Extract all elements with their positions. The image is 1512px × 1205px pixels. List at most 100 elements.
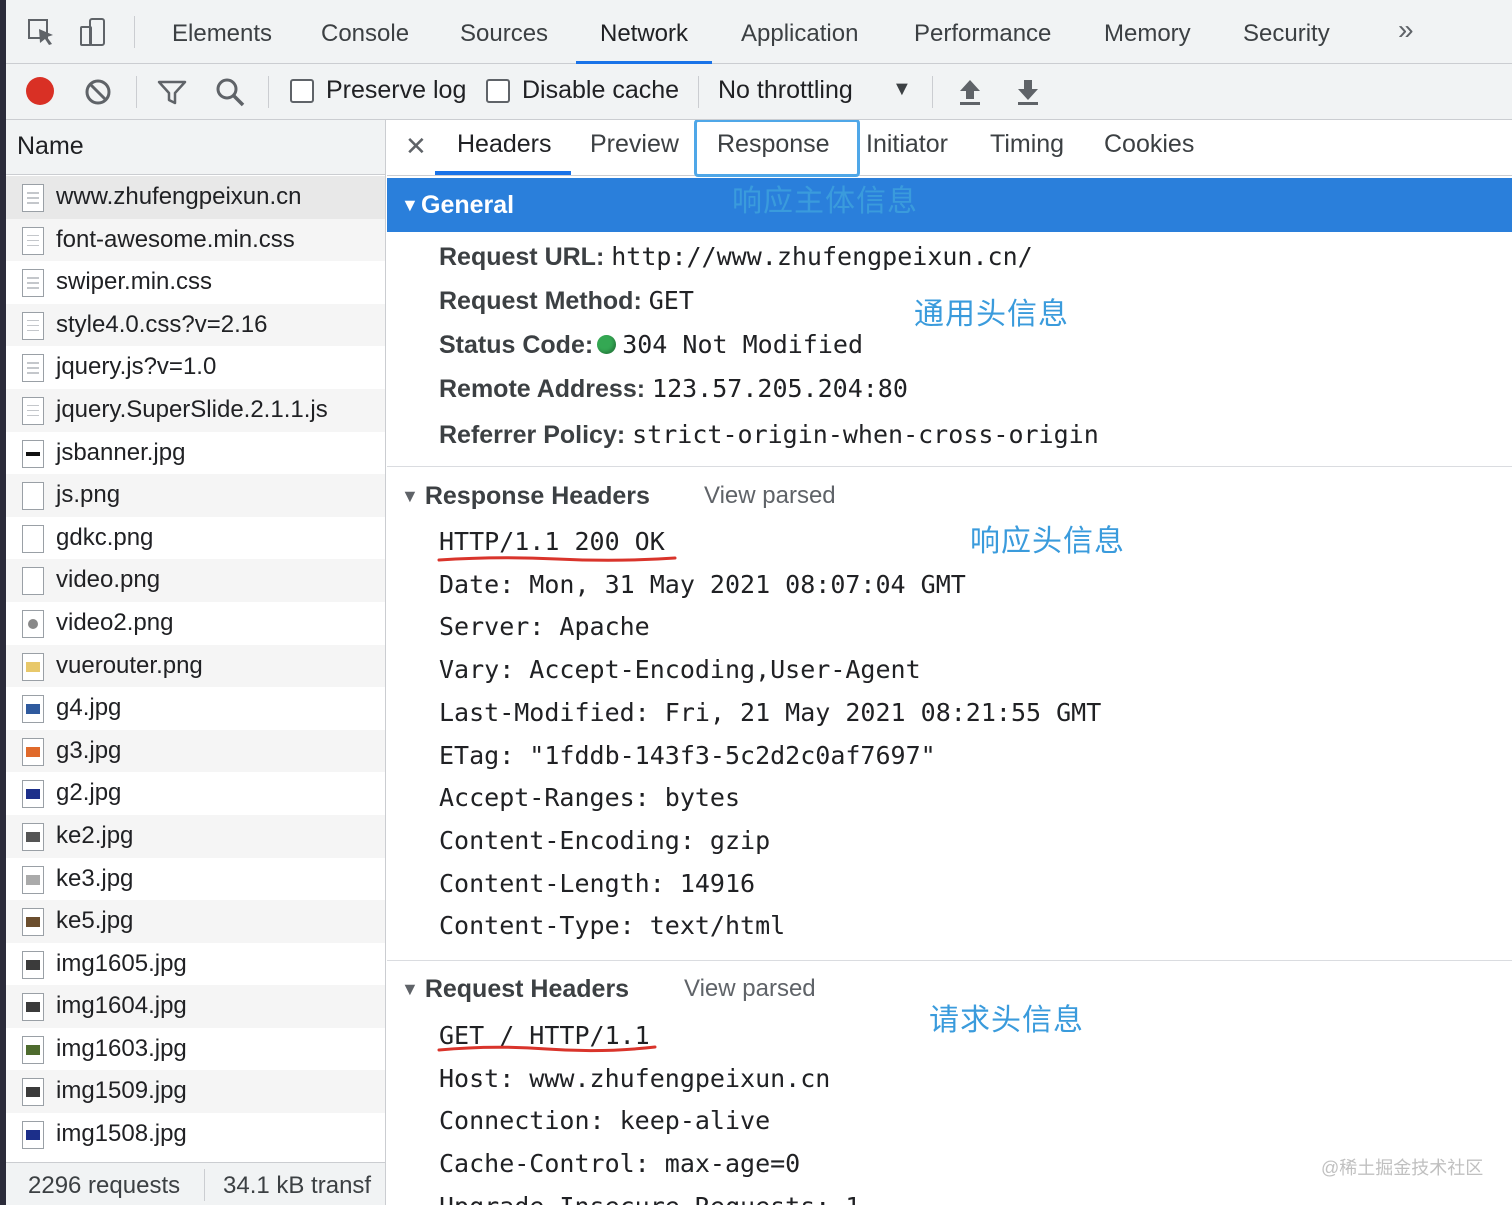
file-icon	[22, 184, 44, 212]
disable-cache-checkbox[interactable]	[486, 79, 510, 103]
preserve-log-checkbox[interactable]	[290, 79, 314, 103]
file-icon	[22, 311, 44, 340]
request-row[interactable]: ke2.jpg	[6, 814, 385, 858]
detail-tab-bar: ✕ Headers Preview Response Initiator Tim…	[387, 120, 1512, 177]
request-row[interactable]: img1605.jpg	[6, 943, 385, 986]
tab-elements[interactable]: Elements	[172, 0, 272, 64]
request-row[interactable]: ke3.jpg	[6, 858, 385, 901]
request-name: g4.jpg	[56, 694, 122, 722]
request-name: font-awesome.min.css	[56, 225, 295, 253]
response-header-line: Date: Mon, 31 May 2021 08:07:04 GMT	[439, 569, 966, 599]
clear-icon[interactable]	[82, 76, 114, 108]
tab-preview[interactable]: Preview	[590, 130, 679, 159]
request-name: jquery.js?v=1.0	[56, 353, 217, 381]
general-section-header[interactable]: ▼ General	[387, 178, 1512, 232]
request-row[interactable]: video2.png	[6, 602, 385, 645]
referrer-policy-row: Referrer Policy: strict-origin-when-cros…	[439, 420, 1099, 449]
request-name: www.zhufengpeixun.cn	[56, 183, 302, 210]
annotation-request-headers: 请求头信息	[929, 1004, 1084, 1037]
inspect-element-icon[interactable]	[26, 17, 56, 47]
file-icon	[22, 737, 44, 766]
name-column-header[interactable]: Name	[6, 120, 385, 175]
file-icon	[22, 439, 44, 468]
tab-console[interactable]: Console	[321, 0, 409, 64]
request-row[interactable]: swiper.min.css	[6, 261, 385, 304]
expand-triangle-icon: ▼	[401, 979, 419, 999]
record-button[interactable]	[26, 77, 54, 105]
device-toolbar-icon[interactable]	[78, 17, 108, 47]
file-icon	[22, 482, 44, 511]
tab-memory[interactable]: Memory	[1104, 0, 1191, 64]
tab-network[interactable]: Network	[575, 0, 713, 64]
chevron-down-icon[interactable]: ▼	[892, 78, 912, 101]
import-har-icon[interactable]	[954, 76, 986, 108]
annotation-response-body: 响应主体信息	[732, 185, 918, 218]
request-row[interactable]: video.png	[6, 559, 385, 602]
request-name: jsbanner.jpg	[56, 438, 186, 466]
expand-triangle-icon: ▼	[401, 195, 419, 215]
request-row[interactable]: img1603.jpg	[6, 1028, 385, 1071]
tab-security[interactable]: Security	[1243, 0, 1330, 64]
network-toolbar: Preserve log Disable cache No throttling…	[6, 64, 1512, 120]
tab-sources[interactable]: Sources	[460, 0, 548, 64]
devtools-tab-bar: Elements Console Sources Network Applica…	[6, 0, 1512, 64]
request-name: ke3.jpg	[56, 864, 134, 892]
request-row[interactable]: www.zhufengpeixun.cn	[6, 176, 385, 219]
request-row[interactable]: gdkc.png	[6, 517, 385, 560]
underline-mark	[437, 556, 677, 562]
file-icon	[22, 1035, 44, 1064]
request-name: img1603.jpg	[56, 1034, 187, 1062]
request-row[interactable]: jsbanner.jpg	[6, 432, 385, 475]
tab-timing[interactable]: Timing	[990, 130, 1064, 159]
request-row[interactable]: style4.0.css?v=2.16	[6, 303, 385, 347]
request-row[interactable]: jquery.SuperSlide.2.1.1.js	[6, 388, 385, 432]
request-name: video.png	[56, 566, 161, 594]
file-icon	[22, 609, 44, 638]
file-icon	[22, 950, 44, 979]
file-icon	[22, 865, 44, 894]
request-row[interactable]: img1604.jpg	[6, 985, 385, 1028]
export-har-icon[interactable]	[1012, 76, 1044, 108]
tab-cookies[interactable]: Cookies	[1104, 130, 1194, 159]
request-row[interactable]: font-awesome.min.css	[6, 218, 385, 262]
tab-application[interactable]: Application	[741, 0, 858, 64]
request-row[interactable]: g2.jpg	[6, 772, 385, 815]
request-row[interactable]: jquery.js?v=1.0	[6, 346, 385, 389]
request-row[interactable]: vuerouter.png	[6, 644, 385, 688]
request-view-parsed-link[interactable]: View parsed	[684, 975, 816, 1003]
request-headers-section-header[interactable]: ▼ Request Headers	[401, 975, 629, 1004]
request-header-line: Connection: keep-alive	[439, 1106, 771, 1136]
response-tab-highlight	[694, 120, 860, 177]
file-icon	[22, 822, 44, 851]
file-icon	[22, 993, 44, 1022]
throttling-select[interactable]: No throttling	[718, 76, 853, 105]
request-row[interactable]: img1508.jpg	[6, 1113, 385, 1156]
more-tabs-button[interactable]: »	[1398, 14, 1414, 46]
file-icon	[22, 908, 44, 937]
request-name: img1508.jpg	[56, 1120, 187, 1148]
response-header-line: Content-Length: 14916	[439, 868, 756, 898]
request-name: gdkc.png	[56, 523, 154, 551]
request-row[interactable]: g3.jpg	[6, 729, 385, 773]
request-name: js.png	[56, 481, 121, 509]
request-row[interactable]: js.png	[6, 474, 385, 517]
tab-headers[interactable]: Headers	[457, 130, 552, 159]
request-method-row: Request Method: GET	[439, 286, 694, 315]
tab-initiator[interactable]: Initiator	[866, 130, 948, 159]
response-header-line: Accept-Ranges: bytes	[439, 783, 741, 813]
filter-icon[interactable]	[156, 76, 188, 108]
close-icon[interactable]: ✕	[405, 131, 427, 162]
transferred-size: 34.1 kB transf	[223, 1172, 372, 1199]
response-view-parsed-link[interactable]: View parsed	[704, 482, 836, 510]
response-headers-section-header[interactable]: ▼ Response Headers	[401, 482, 650, 511]
disable-cache-label: Disable cache	[522, 76, 680, 104]
search-icon[interactable]	[214, 76, 246, 108]
request-name: img1604.jpg	[56, 992, 187, 1020]
request-row[interactable]: img1509.jpg	[6, 1070, 385, 1114]
request-name: video2.png	[56, 608, 174, 636]
response-header-line: HTTP/1.1 200 OK	[439, 527, 665, 556]
tab-performance[interactable]: Performance	[914, 0, 1051, 64]
request-row[interactable]: ke5.jpg	[6, 900, 385, 943]
request-row[interactable]: g4.jpg	[6, 687, 385, 730]
file-icon	[22, 652, 44, 681]
